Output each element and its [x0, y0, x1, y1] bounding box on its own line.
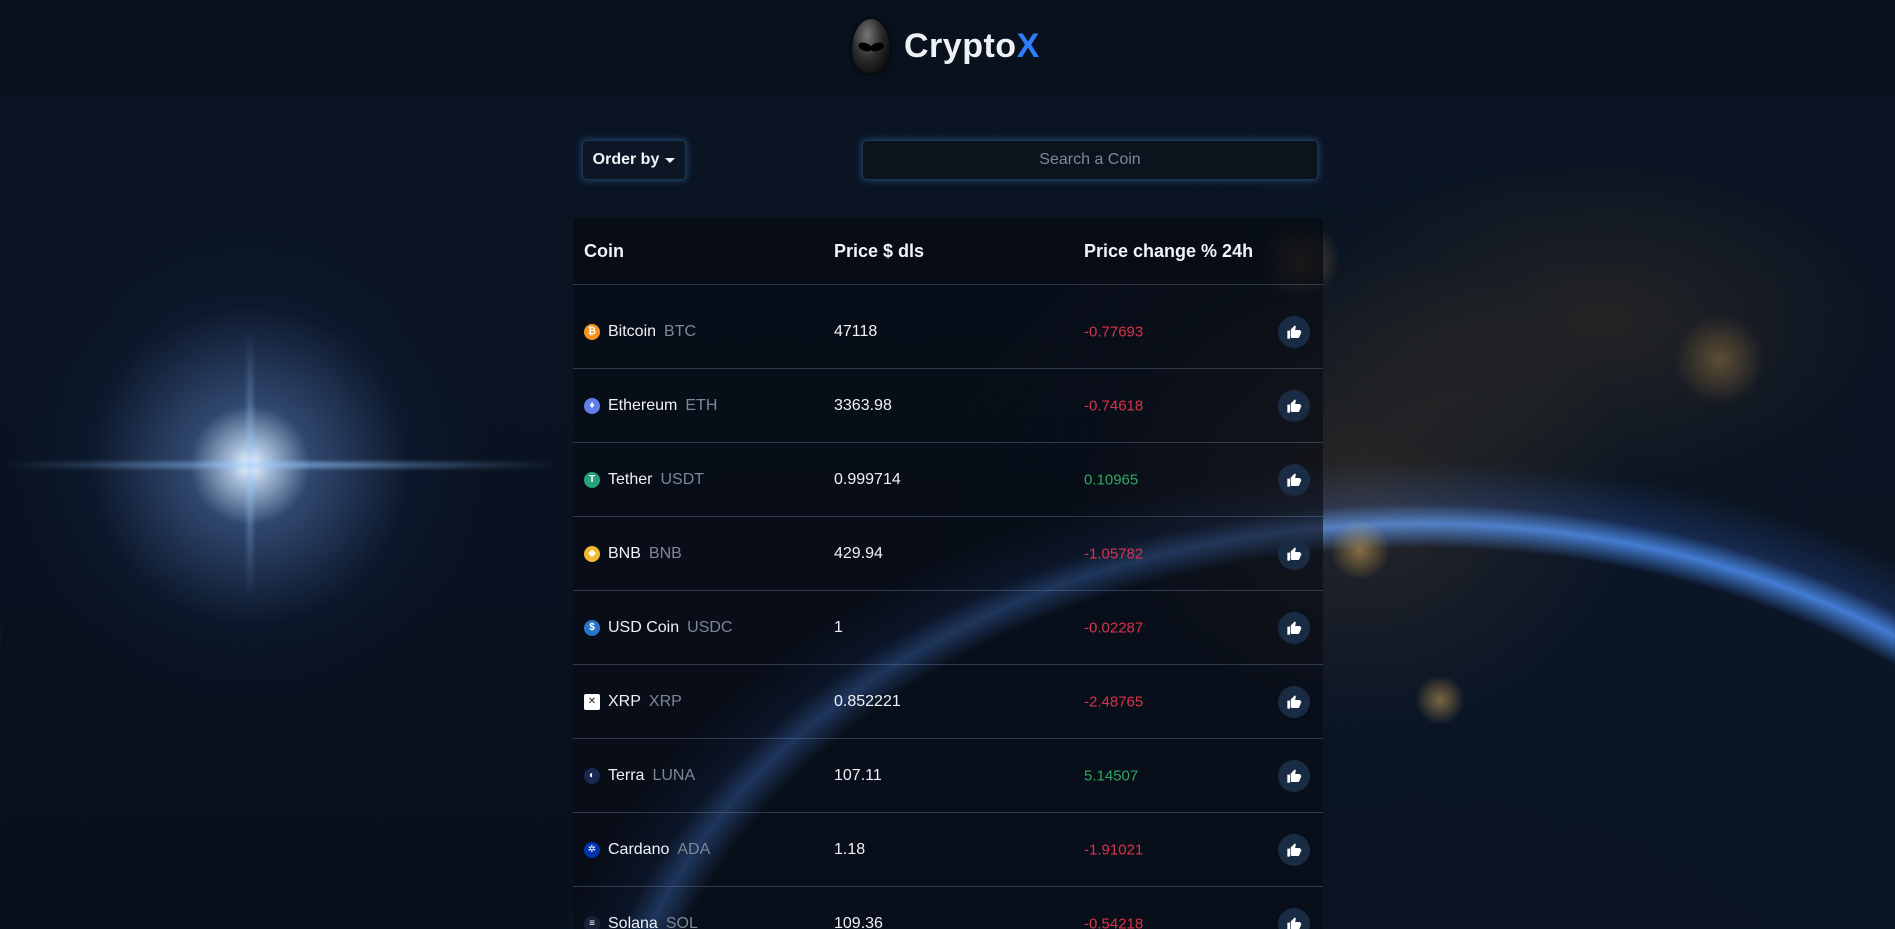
coin-name: Solana — [608, 914, 658, 929]
coin-price: 1 — [834, 618, 843, 636]
like-button[interactable] — [1278, 537, 1310, 570]
xrp-icon: ✕ — [584, 693, 600, 710]
table-row: ✲ Cardano ADA 1.18 -1.91021 — [573, 813, 1323, 887]
coin-name: XRP — [608, 692, 641, 710]
cardano-icon: ✲ — [584, 841, 600, 858]
coin-price-change: 5.14507 — [1084, 767, 1139, 784]
table-row: ♦ Ethereum ETH 3363.98 -0.74618 — [573, 369, 1323, 443]
thumbs-up-icon — [1286, 916, 1302, 929]
star-flare-vertical — [247, 330, 253, 600]
coin-price: 0.852221 — [834, 692, 901, 710]
table-header: Coin Price $ dls Price change % 24h — [573, 218, 1323, 285]
table-body: ₿ Bitcoin BTC 47118 -0.77693 ♦ Ethereum ETH 3363… — [573, 295, 1323, 929]
coin-cell: ◆ BNB BNB — [584, 545, 682, 563]
coin-price: 3363.98 — [834, 396, 892, 414]
like-button[interactable] — [1278, 389, 1310, 422]
coin-symbol: SOL — [665, 914, 698, 929]
coin-price-change: -0.54218 — [1084, 915, 1144, 929]
table-row: ◆ BNB BNB 429.94 -1.05782 — [573, 517, 1323, 591]
coin-price: 0.999714 — [834, 470, 901, 488]
like-button[interactable] — [1278, 759, 1310, 792]
coin-price-change: -2.48765 — [1084, 693, 1144, 710]
coin-table: Coin Price $ dls Price change % 24h ₿ Bit… — [573, 218, 1323, 929]
coin-price: 1.18 — [834, 840, 866, 858]
coin-name: Bitcoin — [608, 322, 657, 340]
header: CryptoX — [0, 0, 1895, 96]
coin-cell: T Tether USDT — [584, 471, 704, 489]
coin-cell: ≡ Solana SOL — [584, 915, 698, 929]
coin-symbol: ADA — [677, 840, 711, 858]
table-row: ✕ XRP XRP 0.852221 -2.48765 — [573, 665, 1323, 739]
column-header-coin: Coin — [584, 240, 624, 261]
coin-name: BNB — [608, 544, 641, 562]
coin-symbol: BTC — [664, 322, 697, 340]
coin-name: Cardano — [608, 840, 670, 858]
like-button[interactable] — [1278, 315, 1310, 348]
solana-icon: ≡ — [584, 915, 600, 929]
search-input[interactable] — [862, 140, 1318, 180]
usd-coin-icon: $ — [584, 619, 600, 636]
table-row: ≡ Solana SOL 109.36 -0.54218 — [573, 887, 1323, 929]
coin-price-change: -0.77693 — [1084, 323, 1144, 340]
coin-symbol: ETH — [685, 396, 718, 414]
column-header-price-change: Price change % 24h — [1084, 240, 1254, 261]
table-row: ◐ Terra LUNA 107.11 5.14507 — [573, 739, 1323, 813]
star-flare-horizontal — [0, 462, 560, 468]
like-button[interactable] — [1278, 907, 1310, 929]
brand-logo-link[interactable]: CryptoX — [850, 16, 1040, 76]
coin-price-change: -1.91021 — [1084, 841, 1144, 858]
bnb-icon: ◆ — [584, 545, 600, 562]
coin-cell: ◐ Terra LUNA — [584, 767, 695, 785]
thumbs-up-icon — [1286, 546, 1302, 562]
coin-cell: ♦ Ethereum ETH — [584, 397, 717, 415]
coin-price-change: -1.05782 — [1084, 545, 1144, 562]
table-row: ₿ Bitcoin BTC 47118 -0.77693 — [573, 295, 1323, 369]
ethereum-icon: ♦ — [584, 397, 600, 414]
coin-cell: $ USD Coin USDC — [584, 619, 732, 637]
like-button[interactable] — [1278, 611, 1310, 644]
brand-name: CryptoX — [904, 26, 1040, 65]
thumbs-up-icon — [1286, 620, 1302, 636]
thumbs-up-icon — [1286, 324, 1302, 340]
thumbs-up-icon — [1286, 694, 1302, 710]
coin-price: 109.36 — [834, 914, 883, 929]
coin-cell: ✕ XRP XRP — [584, 693, 682, 711]
coin-name: USD Coin — [608, 618, 680, 636]
bitcoin-icon: ₿ — [584, 323, 600, 340]
thumbs-up-icon — [1286, 398, 1302, 414]
coin-price: 429.94 — [834, 544, 883, 562]
brand-accent: X — [1016, 26, 1040, 65]
coin-price-change: 0.10965 — [1084, 471, 1139, 488]
alien-logo-icon — [850, 17, 892, 75]
order-by-dropdown[interactable]: Order by — [582, 140, 686, 180]
coin-price: 107.11 — [834, 766, 882, 784]
coin-price-change: -0.74618 — [1084, 397, 1144, 414]
caret-down-icon — [665, 157, 676, 163]
thumbs-up-icon — [1286, 472, 1302, 488]
coin-name: Tether — [608, 470, 653, 488]
coin-symbol: USDT — [660, 470, 705, 488]
coin-price-change: -0.02287 — [1084, 619, 1144, 636]
thumbs-up-icon — [1286, 842, 1302, 858]
coin-cell: ✲ Cardano ADA — [584, 841, 710, 859]
table-row: $ USD Coin USDC 1 -0.02287 — [573, 591, 1323, 665]
column-header-price: Price $ dls — [834, 240, 925, 261]
coin-symbol: XRP — [648, 692, 682, 710]
coin-name: Ethereum — [608, 396, 678, 414]
coin-symbol: BNB — [648, 544, 682, 562]
table-row: T Tether USDT 0.999714 0.10965 — [573, 443, 1323, 517]
coin-symbol: USDC — [687, 618, 733, 636]
tether-icon: T — [584, 471, 600, 488]
terra-icon: ◐ — [584, 767, 600, 784]
coin-name: Terra — [608, 766, 645, 784]
like-button[interactable] — [1278, 833, 1310, 866]
coin-price: 47118 — [834, 322, 878, 340]
like-button[interactable] — [1278, 685, 1310, 718]
coin-symbol: LUNA — [652, 766, 696, 784]
coin-cell: ₿ Bitcoin BTC — [584, 323, 696, 341]
thumbs-up-icon — [1286, 768, 1302, 784]
like-button[interactable] — [1278, 463, 1310, 496]
order-by-label: Order by — [592, 151, 660, 168]
